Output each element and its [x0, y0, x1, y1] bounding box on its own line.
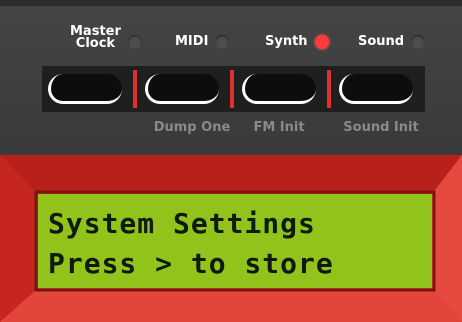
lcd-display: System Settings Press > to store — [38, 194, 432, 288]
button-separator — [327, 70, 331, 108]
button-cap — [339, 74, 413, 104]
midi-led — [215, 35, 230, 49]
fm-init-label: FM Init — [253, 120, 305, 135]
synth-led — [314, 35, 329, 49]
sound-group: Sound — [358, 34, 426, 49]
sound-button[interactable] — [333, 66, 419, 112]
button-cap — [242, 74, 316, 104]
master-clock-led — [127, 35, 142, 49]
midi-group: MIDI — [175, 34, 230, 49]
synth-button[interactable] — [236, 66, 322, 112]
dump-one-label: Dump One — [153, 120, 231, 135]
master-clock-group: Master Clock — [70, 25, 142, 51]
sound-label: Sound — [358, 34, 405, 49]
master-clock-button[interactable] — [42, 66, 128, 112]
synth-label: Synth — [265, 34, 308, 49]
lcd-line-1: System Settings — [48, 207, 316, 240]
midi-button[interactable] — [139, 66, 225, 112]
midi-label: MIDI — [175, 34, 209, 49]
button-cap — [145, 74, 219, 104]
lcd-line-2: Press > to store — [48, 247, 334, 280]
sound-led — [411, 35, 426, 49]
button-cap — [48, 74, 122, 104]
sound-init-label: Sound Init — [343, 120, 419, 135]
mode-label-row: Master Clock MIDI Synth Sound — [0, 25, 462, 62]
synth-group: Synth — [265, 35, 329, 49]
master-clock-label-line2: Clock — [75, 36, 116, 51]
button-separator — [230, 70, 234, 108]
panel-top-edge — [0, 0, 462, 6]
master-clock-label: Master Clock — [70, 25, 121, 51]
button-separator — [133, 70, 137, 108]
